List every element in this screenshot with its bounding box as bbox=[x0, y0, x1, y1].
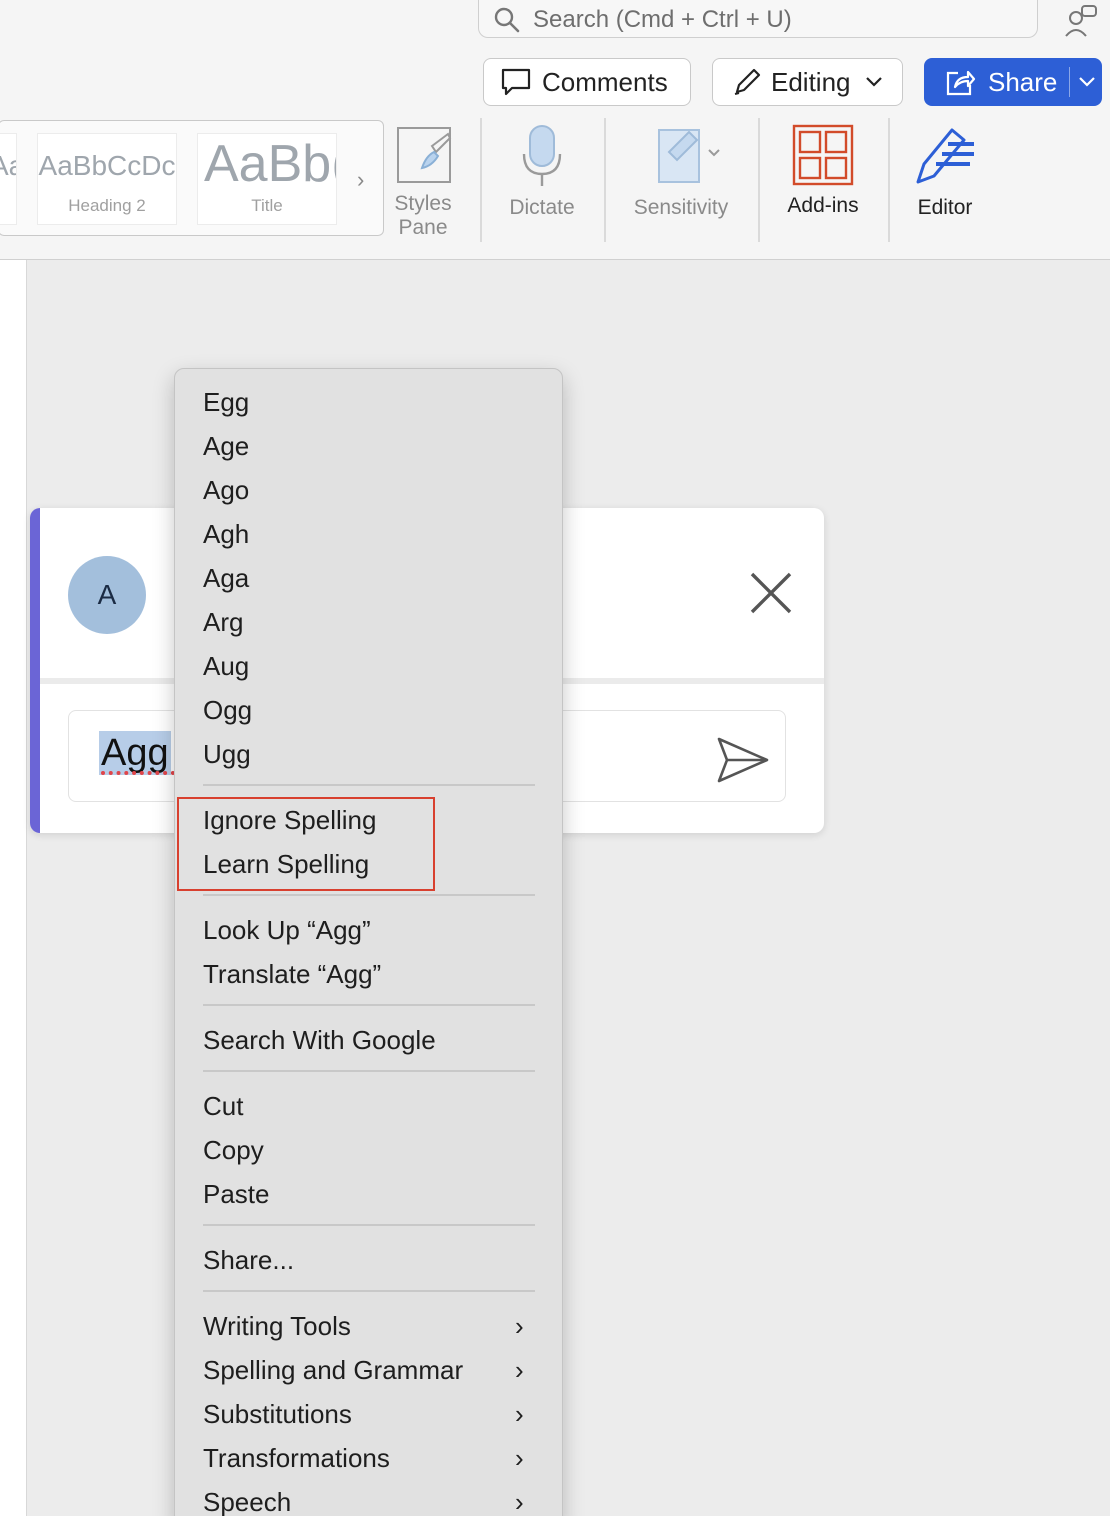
menu-item-transformations[interactable]: Transformations bbox=[203, 1438, 390, 1478]
ribbon-separator bbox=[758, 118, 760, 242]
menu-item-spelling-grammar[interactable]: Spelling and Grammar bbox=[203, 1350, 463, 1390]
ribbon: Search (Cmd + Ctrl + U) Comments Editing… bbox=[0, 0, 1110, 260]
context-menu: Egg Age Ago Agh Aga Arg Aug Ogg Ugg Igno… bbox=[174, 368, 563, 1516]
tag-icon bbox=[658, 129, 720, 183]
menu-item-look-up[interactable]: Look Up “Agg” bbox=[203, 910, 371, 950]
menu-separator bbox=[203, 1224, 535, 1226]
annotation-highlight-box bbox=[177, 797, 435, 891]
menu-item-suggestion[interactable]: Agh bbox=[203, 514, 249, 554]
ribbon-separator bbox=[480, 118, 482, 242]
menu-separator bbox=[203, 1290, 535, 1292]
menu-item-cut[interactable]: Cut bbox=[203, 1086, 243, 1126]
editing-button[interactable]: Editing bbox=[712, 58, 903, 106]
chevron-right-icon: › bbox=[515, 1443, 524, 1473]
search-placeholder: Search (Cmd + Ctrl + U) bbox=[533, 6, 792, 33]
style-name: Heading 2 bbox=[68, 196, 146, 215]
send-icon[interactable] bbox=[715, 735, 771, 785]
chevron-right-icon: › bbox=[515, 1311, 524, 1341]
reply-selected-text[interactable]: Agg bbox=[99, 731, 171, 775]
menu-item-suggestion[interactable]: Arg bbox=[203, 602, 243, 642]
share-label: Share bbox=[988, 66, 1058, 97]
comment-accent-bar bbox=[30, 508, 40, 833]
spelling-squiggle bbox=[101, 771, 175, 775]
menu-separator bbox=[203, 894, 535, 896]
addins-label: Add-ins bbox=[787, 194, 859, 217]
search-box[interactable]: Search (Cmd + Ctrl + U) bbox=[478, 0, 1038, 38]
style-preview: AaBb( bbox=[204, 135, 337, 193]
menu-separator bbox=[203, 784, 535, 786]
styles-gallery: AaBbCcDc AaBbCcDc Heading 2 AaBb( Title … bbox=[0, 120, 384, 236]
ribbon-separator bbox=[604, 118, 606, 242]
menu-item-search-google[interactable]: Search With Google bbox=[203, 1020, 436, 1060]
menu-item-suggestion[interactable]: Ogg bbox=[203, 690, 252, 730]
menu-item-translate[interactable]: Translate “Agg” bbox=[203, 954, 381, 994]
share-divider bbox=[1069, 67, 1071, 97]
sensitivity-button[interactable]: Sensitivity bbox=[622, 124, 740, 220]
brush-icon bbox=[397, 127, 452, 183]
menu-item-speech[interactable]: Speech bbox=[203, 1482, 291, 1516]
search-icon bbox=[494, 7, 520, 33]
chevron-right-icon[interactable]: › bbox=[357, 167, 364, 193]
chevron-down-icon[interactable] bbox=[1078, 76, 1096, 88]
menu-item-suggestion[interactable]: Egg bbox=[203, 382, 249, 422]
style-tile-title[interactable]: AaBb( Title bbox=[197, 133, 337, 225]
styles-pane-label-1: Styles bbox=[394, 192, 452, 215]
editor-label: Editor bbox=[917, 196, 973, 219]
menu-item-copy[interactable]: Copy bbox=[203, 1130, 264, 1170]
share-people-icon[interactable] bbox=[1064, 4, 1100, 38]
editing-label: Editing bbox=[771, 66, 851, 97]
document-page-edge bbox=[0, 260, 27, 1516]
menu-item-paste[interactable]: Paste bbox=[203, 1174, 270, 1214]
comments-label: Comments bbox=[542, 66, 668, 97]
menu-item-share[interactable]: Share... bbox=[203, 1240, 294, 1280]
menu-item-substitutions[interactable]: Substitutions bbox=[203, 1394, 352, 1434]
chevron-right-icon: › bbox=[515, 1399, 524, 1429]
addins-button[interactable]: Add-ins bbox=[776, 124, 870, 218]
share-arrow-icon bbox=[946, 70, 976, 96]
pencil-icon bbox=[734, 68, 761, 95]
close-icon[interactable] bbox=[748, 570, 794, 616]
menu-separator bbox=[203, 1070, 535, 1072]
menu-item-suggestion[interactable]: Age bbox=[203, 426, 249, 466]
microphone-icon bbox=[522, 125, 562, 186]
styles-pane-button[interactable]: Styles Pane bbox=[388, 124, 458, 240]
dictate-label: Dictate bbox=[509, 196, 575, 219]
menu-item-suggestion[interactable]: Ugg bbox=[203, 734, 251, 774]
editor-pen-icon bbox=[916, 128, 974, 184]
avatar: A bbox=[68, 556, 146, 634]
style-name: Title bbox=[251, 196, 283, 215]
ribbon-separator bbox=[888, 118, 890, 242]
grid-icon bbox=[792, 124, 854, 186]
menu-item-suggestion[interactable]: Aga bbox=[203, 558, 249, 598]
styles-pane-label-2: Pane bbox=[398, 216, 448, 239]
chevron-right-icon: › bbox=[515, 1487, 524, 1516]
comments-button[interactable]: Comments bbox=[483, 58, 691, 106]
editor-button[interactable]: Editor bbox=[902, 124, 988, 220]
chevron-right-icon: › bbox=[515, 1355, 524, 1385]
dictate-button[interactable]: Dictate bbox=[500, 124, 584, 220]
style-tile[interactable]: AaBbCcDc bbox=[0, 133, 17, 225]
sensitivity-label: Sensitivity bbox=[633, 196, 729, 219]
menu-item-writing-tools[interactable]: Writing Tools bbox=[203, 1306, 351, 1346]
share-button[interactable]: Share bbox=[924, 58, 1102, 106]
style-preview: AaBbCcDc bbox=[38, 150, 176, 181]
avatar-initial: A bbox=[97, 579, 117, 610]
menu-item-suggestion[interactable]: Ago bbox=[203, 470, 249, 510]
menu-separator bbox=[203, 1004, 535, 1006]
speech-bubble-icon bbox=[501, 68, 531, 96]
style-tile-heading-2[interactable]: AaBbCcDc Heading 2 bbox=[37, 133, 177, 225]
style-preview: AaBbCcDc bbox=[0, 150, 16, 182]
chevron-down-icon bbox=[865, 77, 882, 87]
menu-item-suggestion[interactable]: Aug bbox=[203, 646, 249, 686]
